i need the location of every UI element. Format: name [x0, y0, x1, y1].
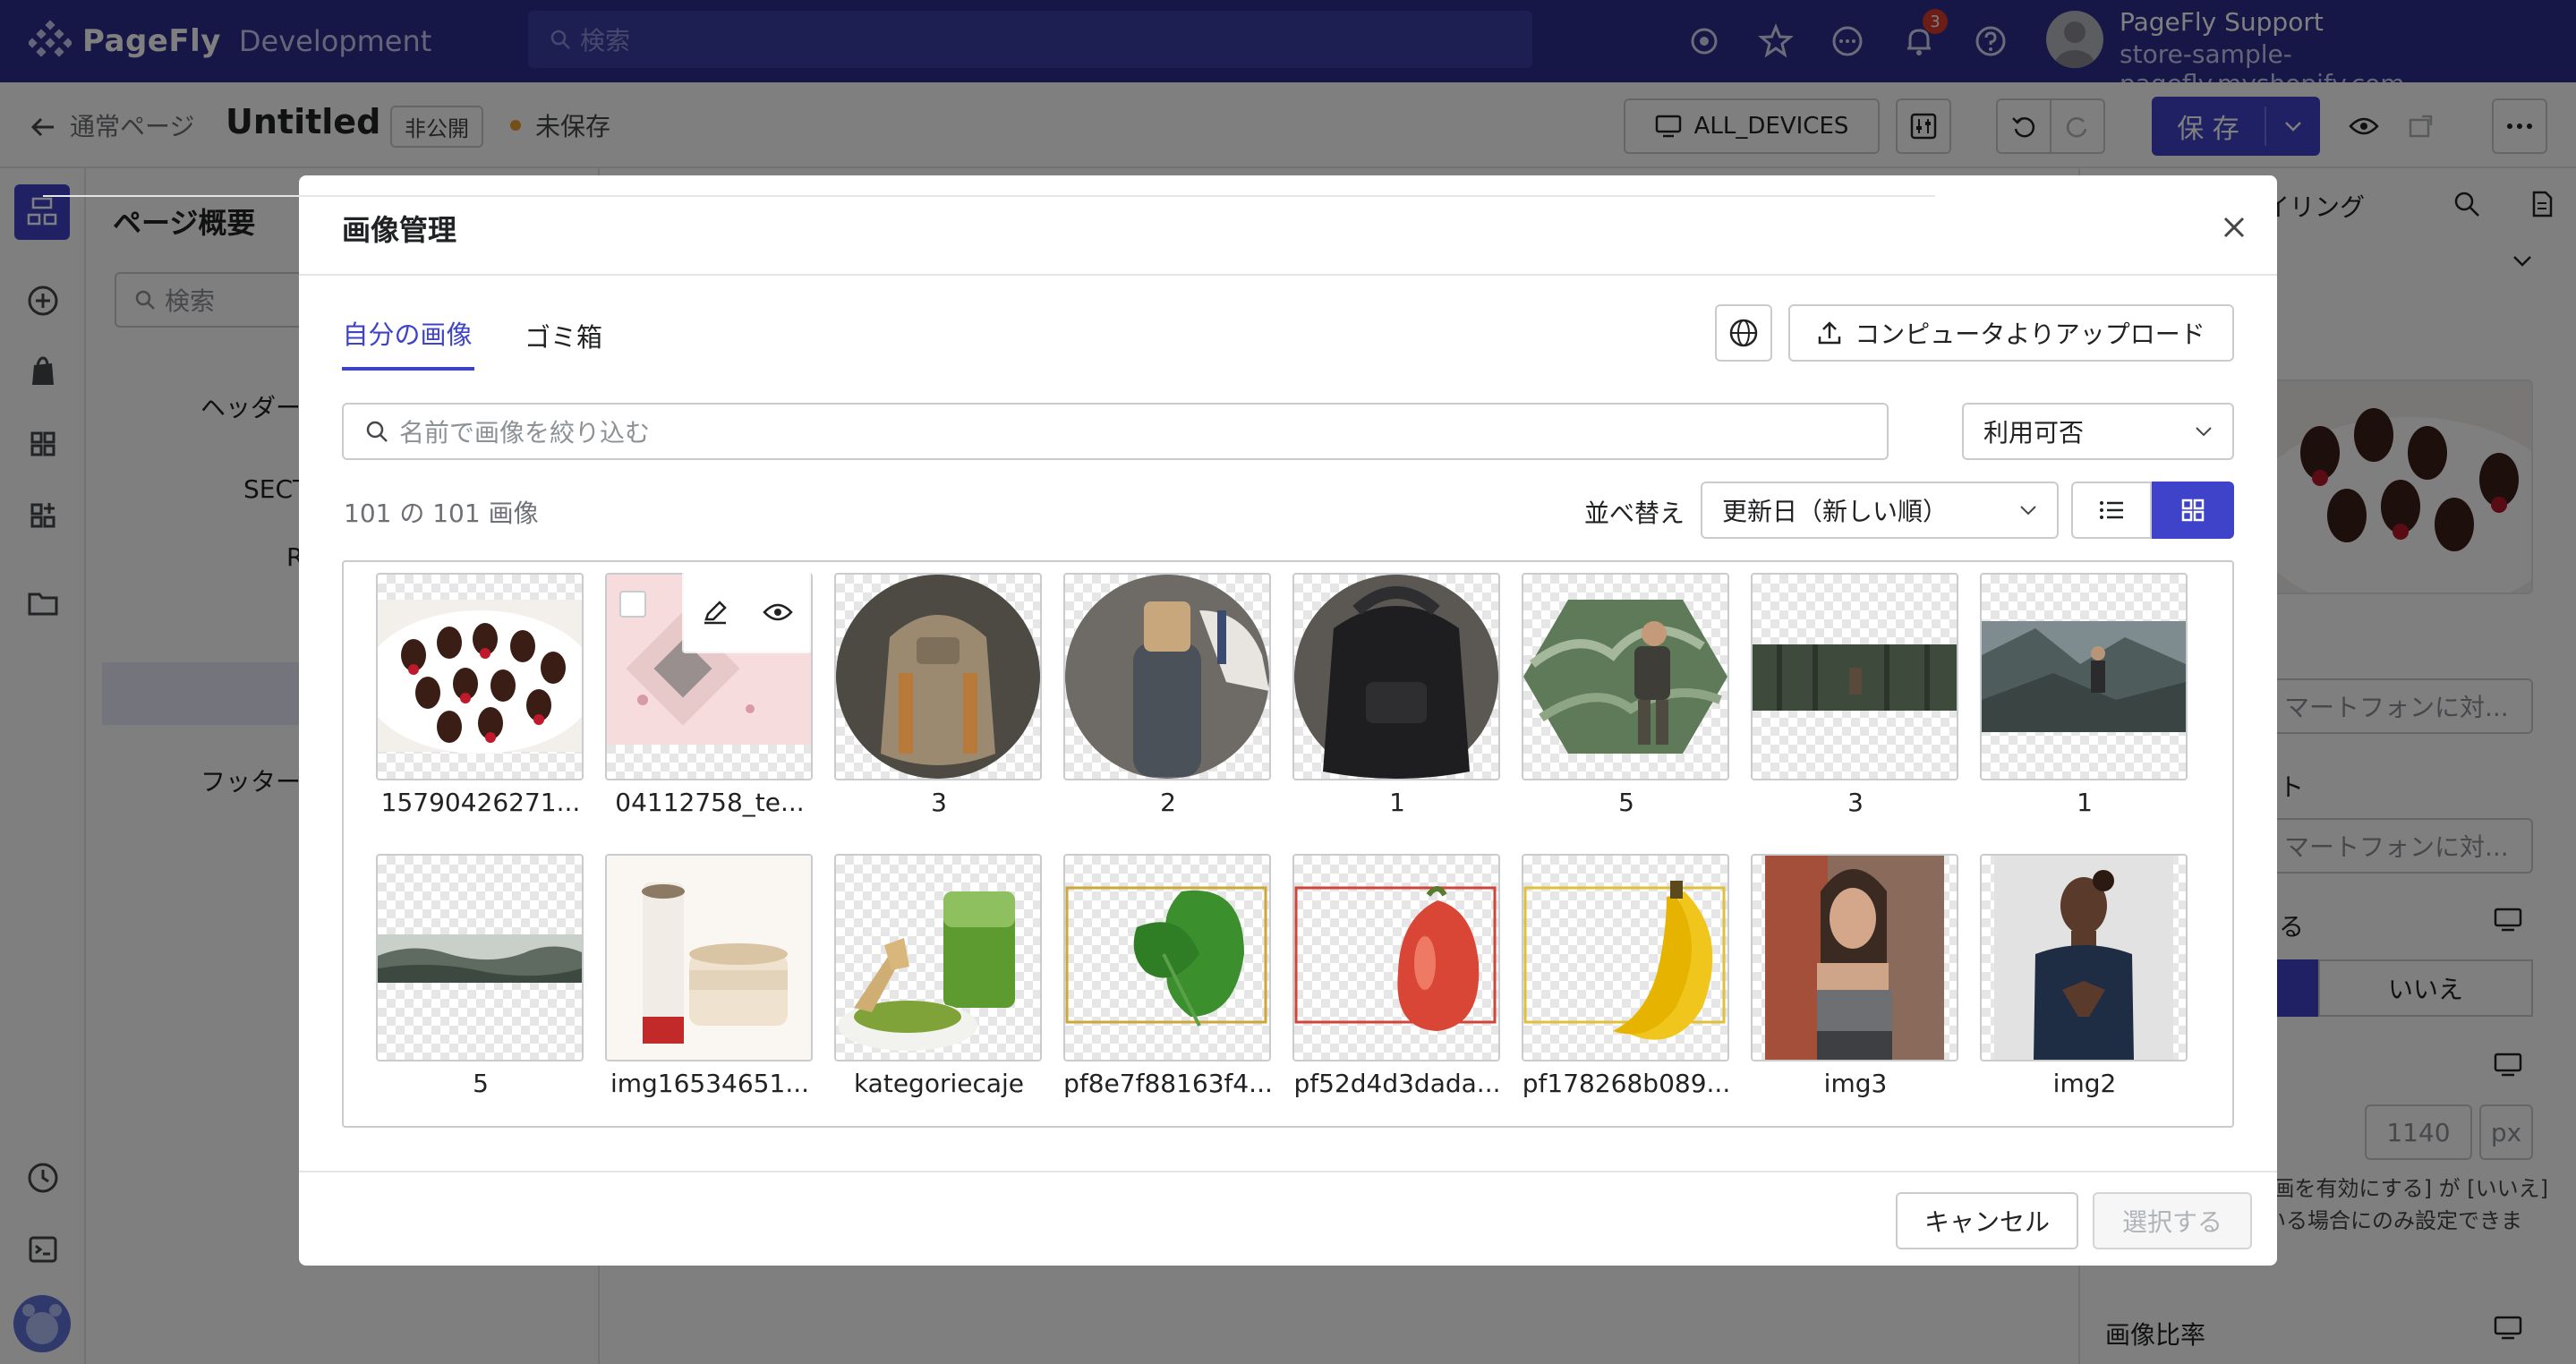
sort-select[interactable]: 更新日（新しい順）: [1701, 482, 2059, 539]
image-name: 5: [473, 1069, 489, 1098]
tabs-divider: [43, 195, 1935, 197]
image-tile[interactable]: [1980, 573, 2188, 780]
globe-icon: [1729, 319, 1758, 347]
chevron-down-icon: [2020, 506, 2036, 516]
tab-trash[interactable]: ゴミ箱: [525, 317, 602, 354]
image-tile[interactable]: [834, 854, 1042, 1061]
image-thumbnail: [378, 600, 582, 754]
cancel-button[interactable]: キャンセル: [1896, 1192, 2078, 1249]
image-tile[interactable]: [1980, 854, 2188, 1061]
image-name: 15790426271...: [380, 788, 581, 817]
image-tile[interactable]: [1063, 854, 1271, 1061]
image-thumbnail: [607, 856, 811, 1060]
select-button[interactable]: 選択する: [2093, 1192, 2252, 1249]
image-thumbnail: [1994, 856, 2173, 1060]
search-icon: [366, 421, 388, 442]
image-name: 5: [1618, 788, 1634, 817]
modal-title: 画像管理: [342, 213, 457, 247]
image-hover-actions: [684, 573, 809, 652]
image-thumbnail: [1294, 886, 1497, 1031]
grid-icon: [2181, 499, 2205, 522]
image-thumbnail: [1294, 575, 1498, 779]
image-name: 1: [1389, 788, 1405, 817]
image-name: pf178268b089...: [1522, 1069, 1731, 1098]
image-filter-placeholder: 名前で画像を絞り込む: [399, 418, 651, 448]
image-thumbnail: [1523, 881, 1726, 1040]
edit-icon[interactable]: [701, 598, 729, 627]
grid-view-button[interactable]: [2152, 482, 2234, 539]
image-tile[interactable]: [1292, 573, 1500, 780]
url-import-button[interactable]: [1715, 304, 1772, 362]
image-tile[interactable]: [1063, 573, 1271, 780]
image-tile[interactable]: [376, 573, 584, 780]
image-name: 2: [1160, 788, 1176, 817]
image-thumbnail: [1523, 600, 1727, 754]
image-thumbnail: [1753, 644, 1957, 711]
image-name: pf8e7f88163f4...: [1063, 1069, 1273, 1098]
active-tab-underline: [342, 367, 474, 371]
list-icon: [2100, 501, 2123, 519]
image-select-checkbox[interactable]: [619, 591, 646, 618]
image-tile[interactable]: [376, 854, 584, 1061]
image-filter-input[interactable]: 名前で画像を絞り込む: [342, 403, 1889, 460]
image-name: 3: [931, 788, 947, 817]
chevron-down-icon: [2196, 427, 2212, 437]
image-thumbnail: [836, 575, 1040, 779]
eye-icon[interactable]: [762, 601, 793, 623]
image-name: img16534651...: [610, 1069, 810, 1098]
image-thumbnail: [1065, 886, 1267, 1027]
modal-header: [299, 175, 2277, 276]
upload-label: コンピュータよりアップロード: [1855, 320, 2205, 349]
image-tile[interactable]: [605, 854, 813, 1061]
image-name: pf52d4d3dada...: [1293, 1069, 1501, 1098]
image-thumbnail: [378, 934, 582, 983]
image-thumbnail: [838, 891, 1015, 1051]
image-name: 04112758_te...: [615, 788, 805, 817]
image-name: 3: [1847, 788, 1864, 817]
image-tile[interactable]: [1522, 573, 1729, 780]
list-view-button[interactable]: [2071, 482, 2152, 539]
sort-value: 更新日（新しい順）: [1722, 497, 1949, 526]
image-thumbnail: [1765, 856, 1944, 1060]
modal-footer-divider: [299, 1171, 2277, 1172]
image-name: kategoriecaje: [853, 1069, 1025, 1098]
image-tile[interactable]: [1751, 573, 1958, 780]
image-thumbnail: [1065, 575, 1269, 779]
close-icon[interactable]: [2214, 208, 2254, 247]
image-count: 101 の 101 画像: [344, 499, 539, 528]
image-name: 1: [2077, 788, 2093, 817]
image-tile[interactable]: [834, 573, 1042, 780]
availability-select[interactable]: 利用可否: [1962, 403, 2234, 460]
availability-value: 利用可否: [1983, 418, 2085, 448]
upload-icon: [1819, 321, 1841, 345]
image-thumbnail: [1982, 621, 2186, 732]
upload-button[interactable]: コンピュータよりアップロード: [1788, 304, 2234, 362]
image-tile[interactable]: [1292, 854, 1500, 1061]
image-name: img3: [1823, 1069, 1888, 1098]
image-name: img2: [2052, 1069, 2117, 1098]
image-tile[interactable]: [1522, 854, 1729, 1061]
sort-label: 並べ替え: [1584, 499, 1685, 528]
tab-my-images[interactable]: 自分の画像: [322, 295, 492, 371]
image-tile[interactable]: [1751, 854, 1958, 1061]
